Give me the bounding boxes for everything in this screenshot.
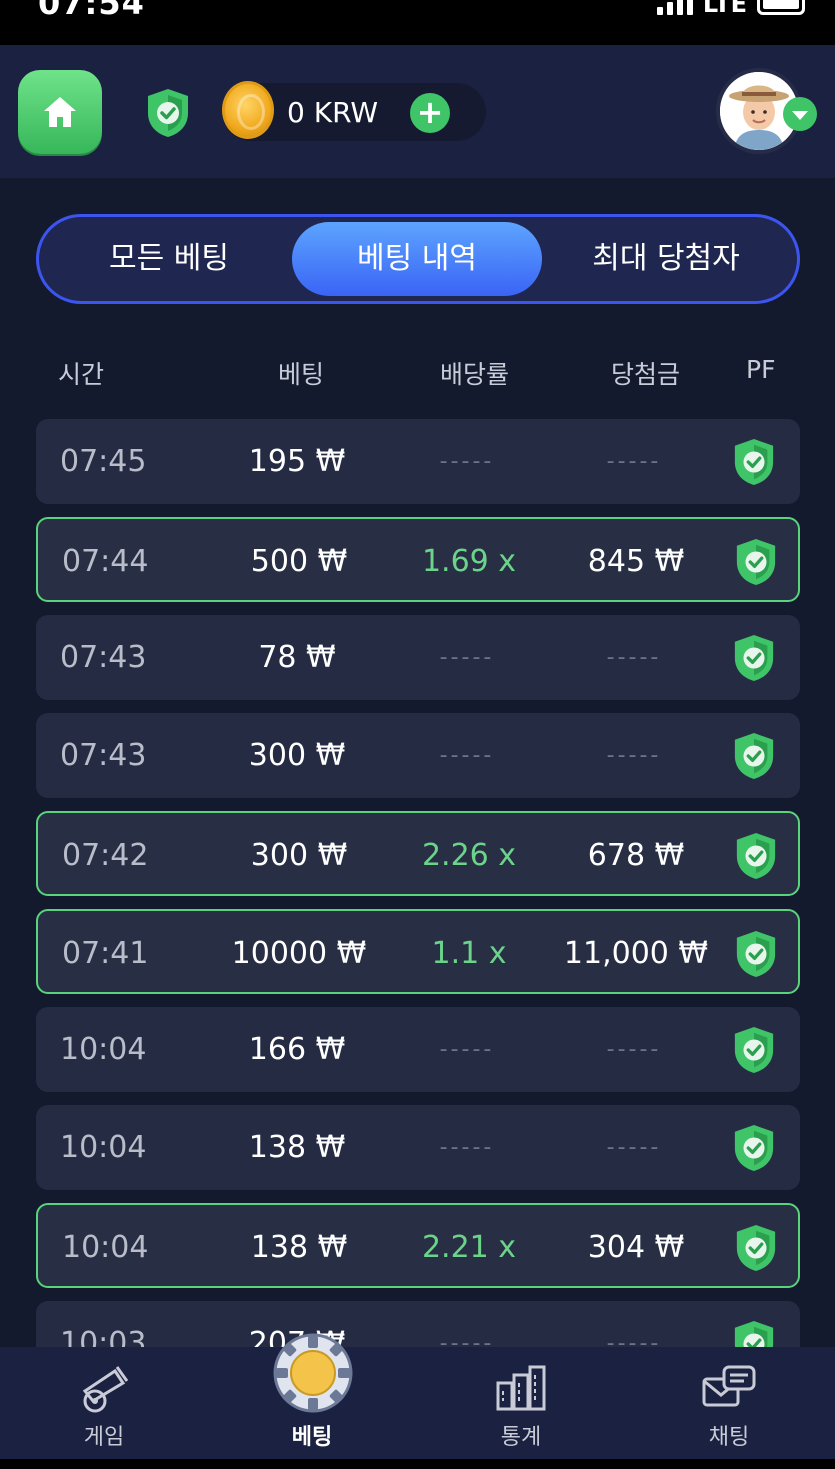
bet-multiplier: ----- — [439, 449, 495, 474]
network-label: LTE — [702, 0, 747, 18]
verified-shield-icon[interactable] — [732, 1122, 776, 1174]
add-funds-button[interactable]: + — [410, 93, 450, 133]
bet-multiplier: 1.1 x — [431, 936, 507, 971]
nav-game[interactable]: 게임 — [29, 1347, 179, 1469]
bet-amount: 500 ₩ — [250, 544, 348, 579]
bet-amount: 195 ₩ — [248, 444, 346, 479]
bet-payout: 678 ₩ — [587, 838, 685, 873]
column-header-pf: PF — [746, 355, 776, 384]
bet-row[interactable]: 10:04 166 ₩ ----- ----- — [36, 1007, 800, 1092]
bet-time: 07:43 — [60, 640, 147, 675]
status-time: 07:54 — [38, 0, 145, 22]
bet-row[interactable]: 10:04 138 ₩ ----- ----- — [36, 1105, 800, 1190]
bet-payout: ----- — [606, 645, 662, 670]
tab-top-winners[interactable]: 최대 당첨자 — [541, 222, 791, 296]
cannon-icon — [82, 1366, 129, 1413]
bet-amount: 138 ₩ — [250, 1230, 348, 1265]
nav-game-label: 게임 — [83, 1425, 125, 1450]
bet-amount: 166 ₩ — [248, 1032, 346, 1067]
bet-row[interactable]: 07:43 78 ₩ ----- ----- — [36, 615, 800, 700]
bet-multiplier: ----- — [439, 1331, 495, 1347]
status-bar: 07:54 LTE — [0, 0, 835, 45]
bottom-navigation: 게임 베팅 통계 채팅 — [0, 1333, 835, 1469]
verified-shield-icon[interactable] — [734, 1222, 778, 1274]
bet-amount: 10000 ₩ — [231, 936, 367, 971]
bet-payout: 845 ₩ — [587, 544, 685, 579]
bet-time: 10:04 — [62, 1230, 149, 1265]
bet-history-list[interactable]: 07:45 195 ₩ ----- ----- 07:44 500 ₩ 1.69 x 845 … — [36, 419, 800, 1347]
stats-icon — [496, 1365, 546, 1411]
tab-my-bets[interactable]: 베팅 내역 — [292, 222, 542, 296]
bet-time: 10:03 — [60, 1326, 147, 1347]
bet-row[interactable]: 07:41 10000 ₩ 1.1 x 11,000 ₩ — [36, 909, 800, 994]
provably-fair-shield-icon[interactable] — [145, 87, 191, 139]
bet-time: 10:04 — [60, 1032, 147, 1067]
profile-dropdown-button[interactable] — [783, 97, 817, 131]
bet-amount: 138 ₩ — [248, 1130, 346, 1165]
column-header-payout: 당첨금 — [611, 360, 681, 389]
verified-shield-icon[interactable] — [734, 536, 778, 588]
bet-time: 07:43 — [60, 738, 147, 773]
nav-bets-label: 베팅 — [291, 1425, 333, 1450]
bet-time: 07:41 — [62, 936, 149, 971]
home-indicator-area — [0, 1459, 835, 1469]
bet-tabs: 모든 베팅 베팅 내역 최대 당첨자 — [36, 214, 800, 304]
status-indicators: LTE — [656, 0, 805, 18]
bet-multiplier: 2.21 x — [421, 1230, 517, 1265]
bet-multiplier: ----- — [439, 743, 495, 768]
bet-multiplier: ----- — [439, 1135, 495, 1160]
nav-stats[interactable]: 통계 — [446, 1347, 596, 1469]
verified-shield-icon[interactable] — [732, 1318, 776, 1347]
bet-multiplier: ----- — [439, 1037, 495, 1062]
home-icon — [44, 97, 76, 127]
bet-multiplier: 1.69 x — [421, 544, 517, 579]
bet-row[interactable]: 10:03 207 ₩ ----- ----- — [36, 1301, 800, 1347]
column-header-multiplier: 배당률 — [440, 360, 510, 389]
bet-payout: ----- — [606, 449, 662, 474]
nav-chat-label: 채팅 — [708, 1425, 750, 1450]
verified-shield-icon[interactable] — [732, 436, 776, 488]
chat-icon — [702, 1365, 756, 1407]
bet-time: 10:04 — [60, 1130, 147, 1165]
bet-amount: 300 ₩ — [250, 838, 348, 873]
nav-stats-label: 통계 — [500, 1425, 542, 1450]
home-button[interactable] — [18, 70, 102, 154]
bet-row[interactable]: 07:44 500 ₩ 1.69 x 845 ₩ — [36, 517, 800, 602]
verified-shield-icon[interactable] — [734, 830, 778, 882]
chip-icon — [273, 1333, 353, 1413]
tab-all-bets[interactable]: 모든 베팅 — [44, 222, 294, 296]
bet-row[interactable]: 07:43 300 ₩ ----- ----- — [36, 713, 800, 798]
nav-chat[interactable]: 채팅 — [654, 1347, 804, 1469]
bet-time: 07:44 — [62, 544, 149, 579]
balance-amount: 0 KRW — [287, 96, 379, 129]
coin-icon — [222, 81, 274, 139]
column-header-bet: 베팅 — [278, 360, 325, 389]
nav-bets[interactable]: 베팅 — [237, 1333, 387, 1469]
bet-multiplier: ----- — [439, 645, 495, 670]
battery-icon — [757, 0, 805, 15]
bet-payout: ----- — [606, 1037, 662, 1062]
bet-row[interactable]: 10:04 138 ₩ 2.21 x 304 ₩ — [36, 1203, 800, 1288]
bet-time: 07:42 — [62, 838, 149, 873]
bet-amount: 78 ₩ — [258, 640, 336, 675]
verified-shield-icon[interactable] — [732, 632, 776, 684]
bet-payout: ----- — [606, 1135, 662, 1160]
signal-icon — [656, 0, 693, 15]
bet-row[interactable]: 07:45 195 ₩ ----- ----- — [36, 419, 800, 504]
top-header: 0 KRW + — [0, 45, 835, 178]
bet-amount: 300 ₩ — [248, 738, 346, 773]
verified-shield-icon[interactable] — [732, 730, 776, 782]
bet-payout: 11,000 ₩ — [563, 936, 709, 971]
bet-row[interactable]: 07:42 300 ₩ 2.26 x 678 ₩ — [36, 811, 800, 896]
verified-shield-icon[interactable] — [732, 1024, 776, 1076]
bet-payout: ----- — [606, 1331, 662, 1347]
wallet-balance: 0 KRW + — [222, 81, 486, 141]
bet-payout: 304 ₩ — [587, 1230, 685, 1265]
bet-payout: ----- — [606, 743, 662, 768]
verified-shield-icon[interactable] — [734, 928, 778, 980]
bet-time: 07:45 — [60, 444, 147, 479]
column-header-time: 시간 — [58, 360, 105, 389]
bet-multiplier: 2.26 x — [421, 838, 517, 873]
